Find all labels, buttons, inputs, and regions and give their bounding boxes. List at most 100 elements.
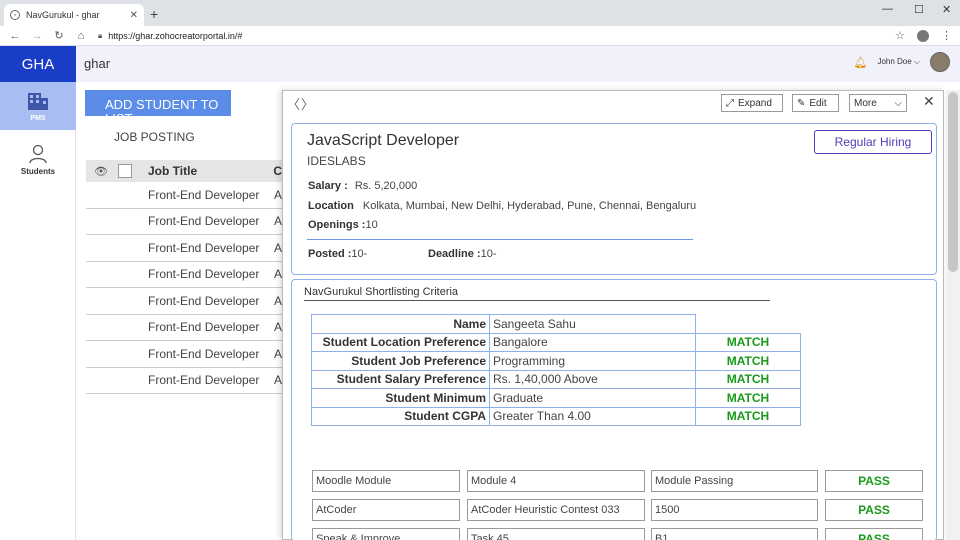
nav-item-pms[interactable]: PMS xyxy=(0,82,76,130)
tab-title: NavGurukul - ghar xyxy=(26,10,100,20)
criteria-row: Student Minimum Graduate MATCH xyxy=(311,388,801,408)
module-field: 1500 xyxy=(651,499,818,521)
job-title-cell: Front-End Developer xyxy=(148,267,260,282)
module-field: Speak & Improve xyxy=(312,528,460,540)
job-summary-card: JavaScript Developer IDESLABS Regular Hi… xyxy=(291,123,937,275)
app-logo[interactable]: GHA xyxy=(0,46,76,82)
pass-badge: PASS xyxy=(825,499,923,521)
deadline-value: 10- xyxy=(480,248,497,260)
match-badge: MATCH xyxy=(695,406,801,426)
posted-field: Posted :10- xyxy=(308,248,367,260)
column-header-company[interactable]: C xyxy=(273,164,282,178)
criteria-key: Student CGPA xyxy=(311,406,490,426)
match-badge: MATCH xyxy=(695,332,801,352)
job-title-cell: Front-End Developer xyxy=(148,214,260,229)
avatar[interactable] xyxy=(930,52,950,72)
match-badge: MATCH xyxy=(695,351,801,371)
eye-icon[interactable]: 👁︎ xyxy=(94,165,110,178)
window-close-icon[interactable]: ✕ xyxy=(942,3,951,16)
criteria-title: NavGurukul Shortlisting Criteria xyxy=(304,286,459,298)
reload-icon[interactable]: ↻ xyxy=(52,29,66,42)
company-cell: A xyxy=(273,373,282,388)
user-menu[interactable]: John Doe ⌵ xyxy=(877,57,920,67)
module-field: Module 4 xyxy=(467,470,645,492)
select-all-checkbox[interactable] xyxy=(118,164,132,178)
profile-icon[interactable] xyxy=(917,29,929,42)
table-row[interactable]: Front-End Developer A xyxy=(86,209,286,235)
openings-value: 10 xyxy=(365,219,378,231)
module-field: AtCoder Heuristic Contest 033 xyxy=(467,499,645,521)
column-header-job-title[interactable]: Job Title xyxy=(148,164,197,178)
app-header: GHA ghar 🔔︎ John Doe ⌵ xyxy=(0,46,960,82)
url-field[interactable]: 🔒︎ https://ghar.zohocreatorportal.in/# xyxy=(98,31,242,41)
module-field: AtCoder xyxy=(312,499,460,521)
openings-label: Openings : xyxy=(308,219,366,231)
company-cell: A xyxy=(273,267,282,282)
job-title-cell: Front-End Developer xyxy=(148,293,260,308)
app-title: ghar xyxy=(84,56,111,71)
table-row[interactable]: Front-End Developer A xyxy=(86,262,286,288)
criteria-row: Name Sangeeta Sahu xyxy=(311,314,801,334)
table-row[interactable]: Front-End Developer A xyxy=(86,235,286,262)
back-icon[interactable]: ← xyxy=(8,30,22,42)
deadline-field: Deadline :10- xyxy=(428,248,496,260)
salary-label: Salary : xyxy=(308,180,348,192)
criteria-value: Bangalore xyxy=(489,332,696,352)
menu-kebab-icon[interactable]: ⋮ xyxy=(941,29,952,42)
summary-divider xyxy=(307,239,693,240)
browser-tab-bar: ◦ NavGurukul - ghar ✕ + — ☐ ✕ xyxy=(0,0,960,26)
pass-badge: PASS xyxy=(825,470,923,492)
left-nav: PMS Students xyxy=(0,82,76,540)
star-icon[interactable]: ☆ xyxy=(895,29,905,42)
notification-bell-icon[interactable]: 🔔︎ xyxy=(853,56,867,69)
table-row[interactable]: Front-End Developer A xyxy=(86,368,286,394)
job-posting-heading: JOB POSTING xyxy=(114,130,195,144)
globe-icon: ◦ xyxy=(10,10,20,20)
table-row[interactable]: Front-End Developer A xyxy=(86,288,286,315)
openings-field: Openings :10 xyxy=(308,219,378,231)
minimize-icon[interactable]: — xyxy=(882,3,893,15)
criteria-row: Student CGPA Greater Than 4.00 MATCH xyxy=(311,406,801,426)
posted-value: 10- xyxy=(351,248,368,260)
more-button[interactable]: More ⌵ xyxy=(849,94,907,112)
location-value: Kolkata, Mumbai, New Delhi, Hyderabad, P… xyxy=(362,200,697,212)
edit-button[interactable]: ✎ Edit xyxy=(792,94,839,112)
criteria-key: Student Minimum xyxy=(311,388,490,408)
forward-icon[interactable]: → xyxy=(30,30,44,42)
nav-label-pms: PMS xyxy=(30,114,46,122)
previous-record-icon[interactable]: 〈 xyxy=(287,94,300,113)
maximize-icon[interactable]: ☐ xyxy=(914,3,924,16)
company-cell: A xyxy=(273,320,282,335)
salary-value: Rs. 5,20,000 xyxy=(354,180,418,192)
nav-item-students[interactable]: Students xyxy=(0,144,76,184)
pass-badge: PASS xyxy=(825,528,923,540)
next-record-icon[interactable]: 〉 xyxy=(301,94,314,113)
shortlisting-card: NavGurukul Shortlisting Criteria Name San… xyxy=(291,279,937,540)
scrollbar-thumb[interactable] xyxy=(948,92,958,272)
module-field: B1 xyxy=(651,528,818,540)
job-title-cell: Front-End Developer xyxy=(148,240,260,255)
criteria-key: Student Salary Preference xyxy=(311,369,490,389)
criteria-value: Sangeeta Sahu xyxy=(489,314,696,334)
match-badge: MATCH xyxy=(695,388,801,408)
add-student-button[interactable]: ADD STUDENT TO LIST xyxy=(85,90,231,116)
close-panel-icon[interactable]: ✕ xyxy=(923,93,935,110)
posted-label: Posted : xyxy=(308,248,352,260)
expand-button[interactable]: ⤢ Expand xyxy=(721,94,783,112)
company-cell: A xyxy=(273,293,282,308)
home-icon[interactable]: ⌂ xyxy=(74,30,88,42)
criteria-value: Graduate xyxy=(489,388,696,408)
chevron-down-icon: ⌵ xyxy=(894,97,902,109)
table-row[interactable]: Front-End Developer A xyxy=(86,341,286,368)
criteria-value: Programming xyxy=(489,351,696,371)
job-title-cell: Front-End Developer xyxy=(148,187,260,202)
criteria-row: Student Location Preference Bangalore MATC… xyxy=(311,332,801,352)
hiring-type-button[interactable]: Regular Hiring xyxy=(814,130,932,154)
expand-icon: ⤢ xyxy=(726,97,734,109)
table-row[interactable]: Front-End Developer A xyxy=(86,182,286,209)
deadline-label: Deadline : xyxy=(428,248,481,260)
browser-tab[interactable]: ◦ NavGurukul - ghar ✕ xyxy=(4,4,144,26)
table-row[interactable]: Front-End Developer A xyxy=(86,315,286,341)
tab-close-icon[interactable]: ✕ xyxy=(130,10,138,21)
new-tab-button[interactable]: + xyxy=(150,6,158,22)
